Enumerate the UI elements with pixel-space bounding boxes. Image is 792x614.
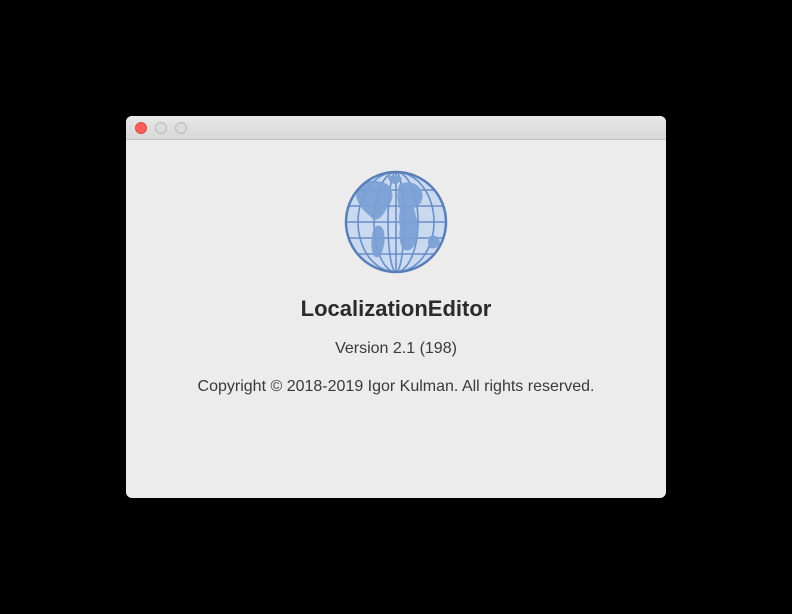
about-content: LocalizationEditor Version 2.1 (198) Cop… <box>126 140 666 498</box>
close-button[interactable] <box>135 122 147 134</box>
copyright-text: Copyright © 2018-2019 Igor Kulman. All r… <box>198 376 595 398</box>
version-text: Version 2.1 (198) <box>335 340 457 358</box>
titlebar <box>126 116 666 140</box>
zoom-button[interactable] <box>175 122 187 134</box>
globe-icon <box>340 166 452 278</box>
app-name: LocalizationEditor <box>301 296 492 322</box>
minimize-button[interactable] <box>155 122 167 134</box>
about-window: LocalizationEditor Version 2.1 (198) Cop… <box>126 116 666 498</box>
